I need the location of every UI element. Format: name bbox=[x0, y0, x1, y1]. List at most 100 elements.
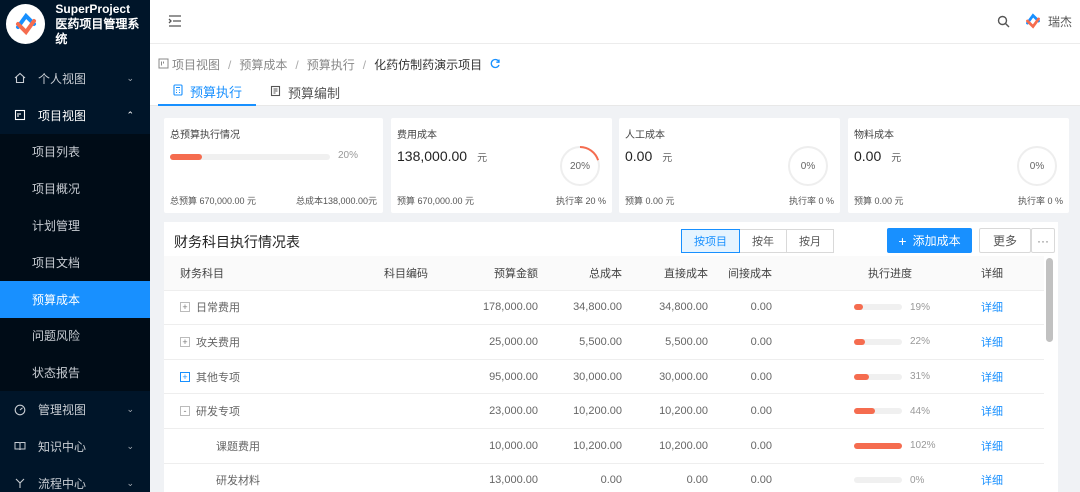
sidebar-item-label: 个人视图 bbox=[38, 71, 87, 86]
account-name: 其他专项 bbox=[196, 371, 240, 384]
amount-unit: 元 bbox=[891, 153, 902, 164]
more-button[interactable]: 更多 bbox=[979, 228, 1031, 253]
app-subtitle: 医药项目管理系统 bbox=[55, 16, 140, 46]
progress-bar bbox=[854, 442, 902, 449]
brand: SuperProject 医药项目管理系统 bbox=[0, 0, 150, 48]
sidebar-item-personal[interactable]: 个人视图 ⌄ bbox=[0, 60, 150, 97]
sidebar-item-label: 管理视图 bbox=[38, 403, 87, 418]
cell-progress: 19% bbox=[784, 302, 960, 313]
sidebar-item-project[interactable]: 项目视图 ⌃ bbox=[0, 97, 150, 134]
detail-link[interactable]: 详细 bbox=[981, 406, 1003, 418]
tab-label: 预算执行 bbox=[190, 84, 243, 100]
sidebar-item-knowledge[interactable]: 知识中心 ⌄ bbox=[0, 428, 150, 465]
header-name: 财务科目 bbox=[180, 267, 224, 280]
cell-direct: 34,800.00 bbox=[659, 301, 708, 314]
sidebar-item-label: 项目视图 bbox=[38, 108, 87, 123]
cell-progress: 22% bbox=[784, 336, 960, 347]
add-cost-button[interactable]: + 添加成本 bbox=[887, 228, 972, 253]
fee-amount: 138,000.00 元 bbox=[397, 148, 487, 164]
expand-icon[interactable]: + bbox=[180, 302, 190, 313]
cell-direct: 10,200.00 bbox=[659, 405, 708, 418]
card-title: 人工成本 bbox=[625, 130, 665, 141]
cell-detail: 详细 bbox=[960, 369, 1024, 385]
detail-link[interactable]: 详细 bbox=[981, 372, 1003, 384]
progress-label: 22% bbox=[910, 336, 931, 348]
table-scrollbar[interactable] bbox=[1046, 258, 1053, 342]
user-menu[interactable]: 瑞杰 bbox=[1023, 12, 1072, 30]
detail-link[interactable]: 详细 bbox=[981, 302, 1003, 314]
progress-bar bbox=[854, 408, 902, 415]
menu-fold-icon[interactable] bbox=[168, 14, 182, 28]
labor-amount: 0.00 元 bbox=[625, 148, 672, 164]
header-direct: 直接成本 bbox=[664, 267, 708, 280]
sidebar-item-plan[interactable]: 计划管理 bbox=[0, 207, 150, 244]
card-material-cost: 物料成本 0.00 元 0% 预算 0.00 元 执行率 0 % bbox=[848, 118, 1069, 213]
sidebar-item-budget-cost[interactable]: 预算成本 bbox=[0, 280, 150, 318]
by-project-button[interactable]: 按项目 bbox=[681, 229, 740, 253]
cell-total: 10,200.00 bbox=[573, 439, 622, 452]
sidebar-item-issues[interactable]: 问题风险 bbox=[0, 318, 150, 355]
more-options-icon[interactable]: ··· bbox=[1031, 228, 1055, 253]
cell-name: 课题费用 bbox=[164, 438, 360, 454]
card-fee-cost: 费用成本 138,000.00 元 20% 预算 670,000.00 元 执行率… bbox=[391, 118, 612, 213]
cell-total: 0.00 bbox=[600, 474, 622, 487]
cell-budget: 10,000.00 bbox=[489, 439, 538, 452]
detail-link[interactable]: 详细 bbox=[981, 337, 1003, 349]
sidebar-item-project-list[interactable]: 项目列表 bbox=[0, 134, 150, 171]
breadcrumb-item[interactable]: 项目视图 bbox=[172, 56, 220, 73]
header-total: 总成本 bbox=[589, 267, 622, 280]
sidebar-item-project-overview[interactable]: 项目概况 bbox=[0, 170, 150, 207]
cell-name: 研发材料 bbox=[164, 472, 360, 488]
table-child-row: 课题费用 10,000.00 10,200.00 10,200.00 0.00 … bbox=[164, 429, 1044, 464]
chevron-down-icon: ⌄ bbox=[126, 440, 134, 451]
sidebar-item-management[interactable]: 管理视图 ⌄ bbox=[0, 391, 150, 428]
material-budget-text: 预算 0.00 元 bbox=[854, 196, 904, 206]
user-name: 瑞杰 bbox=[1047, 14, 1072, 29]
cell-indirect: 0.00 bbox=[750, 370, 772, 383]
cell-indirect: 0.00 bbox=[750, 405, 772, 418]
detail-link[interactable]: 详细 bbox=[981, 441, 1003, 453]
tab-budget-execution[interactable]: 预算执行 bbox=[158, 78, 257, 106]
home-icon bbox=[14, 72, 26, 84]
header-detail: 详细 bbox=[981, 267, 1003, 280]
cell-indirect: 0.00 bbox=[750, 439, 772, 452]
progress-label: 0% bbox=[910, 474, 925, 486]
detail-link[interactable]: 详细 bbox=[981, 475, 1003, 487]
breadcrumb-item[interactable]: 预算成本 bbox=[239, 56, 287, 73]
tab-budget-compile[interactable]: 预算编制 bbox=[256, 78, 354, 106]
sidebar-item-flow[interactable]: 流程中心 ⌄ bbox=[0, 465, 150, 492]
flow-icon bbox=[14, 477, 26, 489]
refresh-icon[interactable] bbox=[490, 58, 501, 72]
expand-icon[interactable]: + bbox=[180, 371, 190, 382]
total-progress-bar bbox=[170, 154, 330, 160]
tab-label: 预算编制 bbox=[288, 85, 341, 101]
document-edit-icon bbox=[270, 85, 282, 100]
sidebar-item-label: 流程中心 bbox=[38, 476, 87, 491]
header-progress: 执行进度 bbox=[868, 267, 912, 280]
table-header-row: 财务科目 科目编码 预算金额 总成本 直接成本 间接成本 执行进度 详细 bbox=[164, 256, 1044, 291]
by-year-button[interactable]: 按年 bbox=[739, 229, 787, 253]
cell-progress: 31% bbox=[784, 371, 960, 382]
breadcrumb-separator: / bbox=[295, 57, 299, 72]
breadcrumb-item[interactable]: 预算执行 bbox=[307, 56, 355, 73]
app-name: SuperProject bbox=[55, 1, 131, 16]
progress-bar bbox=[854, 373, 902, 380]
cell-indirect: 0.00 bbox=[750, 335, 772, 348]
cell-indirect: 0.00 bbox=[750, 301, 772, 314]
table-row: + 日常费用 178,000.00 34,800.00 34,800.00 0.0… bbox=[164, 291, 1044, 326]
sidebar-item-docs[interactable]: 项目文档 bbox=[0, 244, 150, 281]
progress-label: 102% bbox=[910, 440, 936, 452]
chevron-down-icon: ⌄ bbox=[126, 404, 134, 415]
sidebar-item-status-report[interactable]: 状态报告 bbox=[0, 354, 150, 391]
logo-icon bbox=[6, 4, 46, 44]
dashboard-icon bbox=[14, 404, 26, 416]
cell-total: 10,200.00 bbox=[573, 405, 622, 418]
card-title: 总预算执行情况 bbox=[170, 130, 240, 141]
chevron-up-icon: ⌃ bbox=[126, 109, 134, 120]
by-month-button[interactable]: 按月 bbox=[786, 229, 834, 253]
expand-icon[interactable]: + bbox=[180, 336, 190, 347]
search-icon[interactable] bbox=[997, 15, 1010, 31]
view-mode-switch: 按项目 按年 按月 bbox=[681, 229, 834, 253]
project-submenu: 项目列表 项目概况 计划管理 项目文档 预算成本 问题风险 状态报告 bbox=[0, 133, 150, 392]
collapse-icon[interactable]: - bbox=[180, 406, 190, 417]
